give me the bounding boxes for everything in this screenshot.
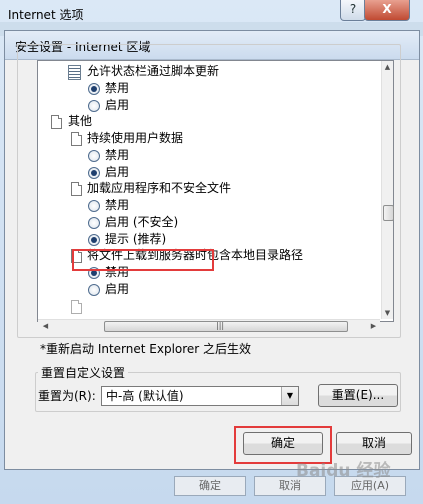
chevron-down-icon[interactable]: ▼	[281, 387, 298, 405]
scroll-up-icon[interactable]: ▲	[382, 61, 393, 73]
radio-button[interactable]	[88, 83, 100, 95]
scroll-right-icon[interactable]: ▶	[368, 320, 379, 332]
highlight-box-recommended	[72, 249, 214, 271]
scroll-left-icon[interactable]: ◀	[40, 320, 51, 332]
reset-group-label: 重置自定义设置	[38, 364, 129, 381]
setting-label: 持续使用用户数据	[87, 131, 184, 145]
option-label: 禁用	[105, 148, 130, 162]
script-icon	[68, 65, 81, 80]
settings-tree-list[interactable]: 允许状态栏通过脚本更新 禁用 启用 其他 持续使用用户数据 禁用 启用 加载应用…	[37, 60, 394, 322]
outer-window-title: Internet 选项	[8, 8, 84, 22]
reset-button[interactable]: 重置(E)...	[318, 384, 398, 407]
reset-level-select[interactable]: 中-高 (默认值) ▼	[101, 386, 299, 406]
vertical-scrollbar[interactable]: ▲ ▼	[381, 61, 394, 319]
vertical-scroll-thumb[interactable]	[383, 205, 394, 221]
outer-ok-button: 确定	[174, 476, 246, 496]
scroll-down-icon[interactable]: ▼	[382, 307, 393, 319]
help-button[interactable]: ?	[340, 0, 366, 21]
setting-label: 允许状态栏通过脚本更新	[87, 64, 220, 78]
radio-button[interactable]	[88, 200, 100, 212]
watermark-logo: Baidu 经验	[296, 461, 391, 481]
close-button[interactable]: X	[364, 0, 410, 21]
option-label: 启用 (不安全)	[105, 215, 179, 229]
radio-button[interactable]	[88, 100, 100, 112]
horizontal-scroll-thumb[interactable]: |||	[104, 321, 348, 332]
document-icon	[71, 132, 82, 146]
restart-note: *重新启动 Internet Explorer 之后生效	[40, 342, 252, 356]
option-label: 禁用	[105, 81, 130, 95]
document-icon	[71, 182, 82, 196]
document-icon	[71, 300, 82, 314]
radio-button[interactable]	[88, 284, 100, 296]
horizontal-scrollbar[interactable]: ◀ ||| ▶	[38, 319, 380, 332]
option-label: 禁用	[105, 198, 130, 212]
radio-button[interactable]	[88, 234, 100, 246]
cancel-button[interactable]: 取消	[336, 432, 412, 455]
radio-button[interactable]	[88, 167, 100, 179]
radio-button[interactable]	[88, 150, 100, 162]
option-label: 启用	[105, 282, 130, 296]
reset-level-value: 中-高 (默认值)	[106, 389, 184, 403]
option-label: 提示 (推荐)	[105, 232, 167, 246]
setting-label: 加载应用程序和不安全文件	[87, 181, 232, 195]
radio-button[interactable]	[88, 217, 100, 229]
category-label: 其他	[68, 114, 93, 128]
document-icon	[51, 115, 62, 129]
option-label: 启用	[105, 98, 130, 112]
grip-icon: |||	[216, 321, 225, 330]
option-label: 启用	[105, 165, 130, 179]
reset-to-label: 重置为(R):	[38, 389, 96, 403]
